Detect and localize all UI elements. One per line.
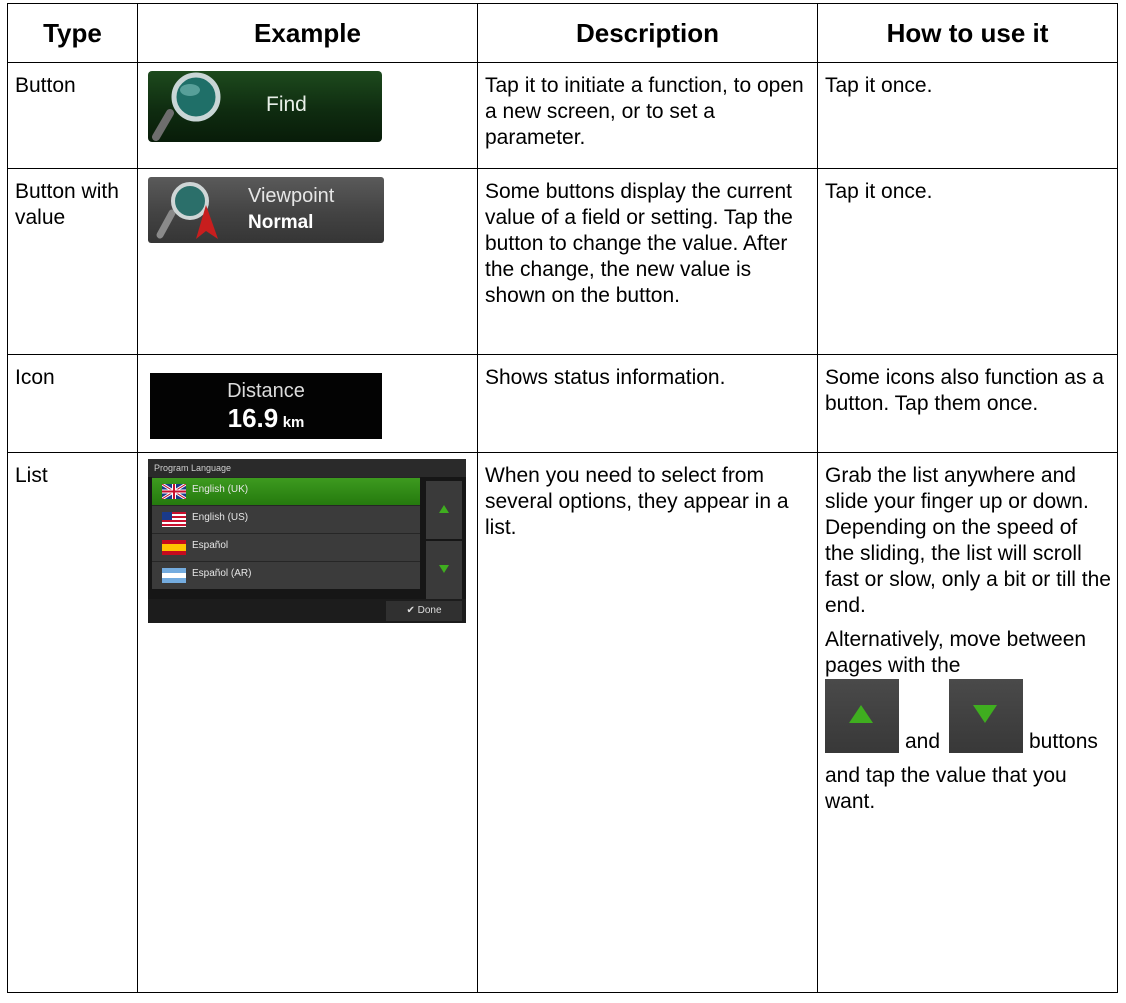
how-cell: Some icons also function as a button. Ta… xyxy=(825,366,1104,415)
viewpoint-button[interactable]: Viewpoint Normal xyxy=(148,177,384,243)
type-cell: List xyxy=(15,464,48,487)
table-row: Button with value Viewpoint Normal Some … xyxy=(7,168,1118,355)
header-description: Description xyxy=(477,3,818,63)
page-up-button[interactable] xyxy=(825,679,899,753)
list-item-selected[interactable]: English (UK) xyxy=(152,477,420,505)
us-flag-icon xyxy=(162,512,186,527)
description-cell: Some buttons display the current value o… xyxy=(485,180,793,307)
list-item-label: English (UK) xyxy=(192,484,249,495)
find-button-label: Find xyxy=(266,93,307,116)
list-item-label: Español xyxy=(192,540,229,551)
uk-flag-icon xyxy=(162,484,186,499)
how-cell: Tap it once. xyxy=(825,180,933,203)
scroll-down-button[interactable] xyxy=(426,541,462,599)
magnifier-icon xyxy=(152,72,221,141)
arrow-up-icon xyxy=(849,705,873,723)
table-row: List Program Language English (UK) Engli… xyxy=(7,452,1118,993)
distance-icon: Distance 16.9 km xyxy=(150,373,382,439)
list-item-label: English (US) xyxy=(192,512,249,523)
distance-title: Distance xyxy=(227,380,305,402)
how-cell: Tap it once. xyxy=(825,74,933,97)
find-button[interactable]: Find xyxy=(148,71,382,142)
scroll-up-button[interactable] xyxy=(426,481,462,539)
spain-flag-icon xyxy=(162,540,186,555)
done-button[interactable]: ✔ Done xyxy=(386,601,462,621)
and-text: and xyxy=(905,730,941,753)
viewpoint-value: Normal xyxy=(248,212,314,233)
distance-value: 16.9 xyxy=(227,403,279,433)
how-cell: Grab the list anywhere and slide your fi… xyxy=(825,464,1111,617)
header-example: Example xyxy=(137,3,478,63)
distance-unit: km xyxy=(282,414,305,431)
arrow-up-icon xyxy=(439,505,449,513)
description-cell: When you need to select from several opt… xyxy=(485,464,789,539)
table-row: Icon Distance 16.9 km Shows status infor… xyxy=(7,354,1118,453)
header-how-to-use: How to use it xyxy=(817,3,1118,63)
table-header-row: Type Example Description How to use it xyxy=(7,3,1118,63)
buttons-text: buttons xyxy=(1029,730,1098,753)
table-row: Button Find Tap it to initiate a functio… xyxy=(7,62,1118,169)
viewpoint-title: Viewpoint xyxy=(248,185,335,207)
checkmark-icon: ✔ xyxy=(406,605,415,616)
arrow-down-icon xyxy=(973,705,997,723)
how-end: and tap the value that you want. xyxy=(825,764,1067,813)
type-cell: Button xyxy=(15,74,76,97)
argentina-flag-icon xyxy=(162,568,186,583)
list-item[interactable]: Español xyxy=(152,533,420,561)
list-item[interactable]: English (US) xyxy=(152,505,420,533)
page-down-button[interactable] xyxy=(949,679,1023,753)
arrow-down-icon xyxy=(439,565,449,573)
header-type: Type xyxy=(7,3,138,63)
how-alt-intro: Alternatively, move between pages with t… xyxy=(825,628,1087,677)
done-label: Done xyxy=(417,605,442,616)
description-cell: Tap it to initiate a function, to open a… xyxy=(485,74,804,149)
language-list[interactable]: Program Language English (UK) English (U… xyxy=(148,459,466,623)
type-cell: Icon xyxy=(15,366,55,389)
description-cell: Shows status information. xyxy=(485,366,726,389)
ui-elements-table: Type Example Description How to use it B… xyxy=(7,3,1118,993)
type-cell: Button with value xyxy=(15,180,119,229)
list-item-label: Español (AR) xyxy=(192,568,252,579)
list-item[interactable]: Español (AR) xyxy=(152,561,420,589)
list-header: Program Language xyxy=(148,459,466,477)
viewpoint-icon xyxy=(156,182,218,239)
